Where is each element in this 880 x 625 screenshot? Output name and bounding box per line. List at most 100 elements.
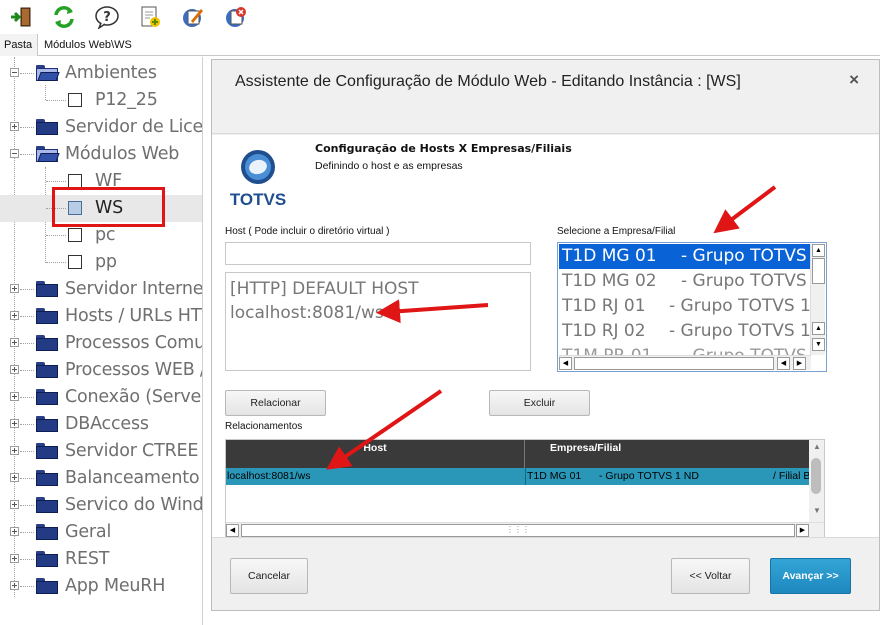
grid-header: Host Empresa/Filial: [226, 440, 810, 468]
dialog-title: Assistente de Configuração de Módulo Web…: [235, 73, 741, 90]
folder-icon: [36, 443, 58, 459]
folder-open-icon: [36, 146, 60, 162]
cell-host: localhost:8081/ws: [227, 470, 311, 482]
page-icon: [68, 93, 82, 107]
page-icon: [68, 255, 82, 269]
dialog-header: Assistente de Configuração de Módulo Web…: [212, 60, 879, 134]
folder-icon: [36, 308, 58, 324]
excluir-button[interactable]: Excluir: [489, 390, 590, 416]
folder-icon: [36, 335, 58, 351]
scroll-down-icon[interactable]: ▼: [813, 506, 821, 515]
table-row[interactable]: localhost:8081/ws T1D MG 01 - Grupo TOTV…: [226, 468, 810, 485]
edit-icon[interactable]: [180, 4, 206, 30]
scroll-down-icon[interactable]: ▼: [812, 338, 825, 351]
next-button[interactable]: Avançar >>: [770, 558, 851, 594]
tree-item-modulos-web[interactable]: Módulos Web: [0, 141, 202, 168]
column-header-host[interactable]: Host: [226, 440, 525, 468]
tree-item-p12-25[interactable]: P12_25: [0, 87, 202, 114]
svg-text:TOTVS: TOTVS: [230, 190, 286, 208]
folder-icon: [36, 362, 58, 378]
tree-item-rest[interactable]: REST: [0, 546, 202, 573]
folder-icon: [36, 119, 58, 135]
cancel-button[interactable]: Cancelar: [230, 558, 308, 594]
tab-modulos-web-ws[interactable]: Módulos Web\WS: [40, 34, 136, 56]
list-item[interactable]: T1D MG 02- Grupo TOTVS 1: [559, 269, 811, 294]
host-list[interactable]: [HTTP] DEFAULT HOST localhost:8081/ws: [225, 272, 531, 371]
tree-item-conexao[interactable]: Conexão (Server/: [0, 384, 202, 411]
cell-filial: / Filial B: [773, 470, 811, 482]
config-wizard-dialog: Assistente de Configuração de Módulo Web…: [211, 59, 880, 611]
horizontal-scrollbar[interactable]: ◀ ⋮⋮⋮ ▶: [226, 522, 824, 538]
scroll-left-icon[interactable]: ◀: [777, 357, 790, 370]
cell-grupo: - Grupo TOTVS 1 ND: [599, 470, 699, 482]
tree-item-ambientes[interactable]: Ambientes: [0, 60, 202, 87]
tree-item-processos-comuns[interactable]: Processos Comur: [0, 330, 202, 357]
folder-icon: [36, 416, 58, 432]
relationships-grid: Host Empresa/Filial localhost:8081/ws T1…: [225, 439, 825, 539]
ws-annotation-box: [52, 187, 165, 227]
close-icon[interactable]: ×: [849, 70, 859, 90]
folder-icon: [36, 578, 58, 594]
tree-item-servidor-ctree[interactable]: Servidor CTREE: [0, 438, 202, 465]
scroll-right-icon[interactable]: ▶: [796, 524, 809, 537]
tree-item-dbaccess[interactable]: DBAccess: [0, 411, 202, 438]
tree-item-servidor-internet[interactable]: Servidor Internet: [0, 276, 202, 303]
folder-icon: [36, 470, 58, 486]
empresa-label: Selecione a Empresa/Filial: [557, 226, 676, 237]
tree-item-servico-windows[interactable]: Servico do Windc: [0, 492, 202, 519]
tree-item-balanceamento[interactable]: Balanceamento d: [0, 465, 202, 492]
vertical-scrollbar[interactable]: ▲ ▲ ▼: [810, 244, 825, 355]
totvs-logo: TOTVS: [228, 148, 288, 209]
back-button[interactable]: << Voltar: [671, 558, 750, 594]
tree-item-hosts-urls[interactable]: Hosts / URLs HTT: [0, 303, 202, 330]
scroll-thumb[interactable]: [574, 357, 774, 370]
svg-text:?: ?: [103, 10, 111, 25]
tree-item-app-meurh[interactable]: App MeuRH: [0, 573, 202, 600]
scroll-up-icon[interactable]: ▲: [812, 244, 825, 257]
list-item[interactable]: [HTTP] DEFAULT HOST: [230, 279, 419, 299]
tree-item-servidor-licencas[interactable]: Servidor de Licen: [0, 114, 202, 141]
tab-bar: Pasta Módulos Web\WS: [0, 34, 880, 56]
folder-icon: [36, 281, 58, 297]
folder-icon: [36, 551, 58, 567]
scroll-up-icon[interactable]: ▲: [812, 322, 825, 335]
app-window: ? Pasta Módulos Web\WS Ambientes P12_25: [0, 0, 880, 625]
scroll-thumb[interactable]: [812, 258, 825, 284]
tree-item-pp[interactable]: pp: [0, 249, 202, 276]
exit-icon[interactable]: [8, 4, 34, 30]
scroll-thumb[interactable]: ⋮⋮⋮: [241, 524, 795, 537]
scroll-thumb[interactable]: [811, 458, 821, 494]
tree-item-processos-web[interactable]: Processos WEB /: [0, 357, 202, 384]
host-label: Host ( Pode incluir o diretório virtual …: [225, 226, 390, 237]
list-item[interactable]: localhost:8081/ws: [230, 303, 384, 323]
settings-icon[interactable]: [223, 4, 249, 30]
tree-item-geral[interactable]: Geral: [0, 519, 202, 546]
relacionar-button[interactable]: Relacionar: [225, 390, 326, 416]
scroll-left-icon[interactable]: ◀: [559, 357, 572, 370]
host-input[interactable]: [225, 242, 531, 265]
folder-icon: [36, 497, 58, 513]
new-document-icon[interactable]: [137, 4, 163, 30]
page-icon: [68, 228, 82, 242]
folder-icon: [36, 524, 58, 540]
list-item[interactable]: T1D RJ 02- Grupo TOTVS 1: [559, 319, 811, 344]
empresa-list[interactable]: T1D MG 01- Grupo TOTVS 1 T1D MG 02- Grup…: [557, 242, 827, 372]
folder-icon: [36, 389, 58, 405]
list-item[interactable]: T1D MG 01- Grupo TOTVS 1: [559, 244, 811, 269]
vertical-scrollbar[interactable]: ▲ ▼: [809, 440, 824, 523]
tab-pasta[interactable]: Pasta: [0, 34, 38, 56]
page-icon: [68, 174, 82, 188]
scroll-up-icon[interactable]: ▲: [813, 442, 821, 451]
list-item[interactable]: T1D RJ 01- Grupo TOTVS 1: [559, 294, 811, 319]
refresh-icon[interactable]: [51, 4, 77, 30]
horizontal-scrollbar[interactable]: ◀ ◀ ▶: [559, 355, 811, 370]
step-title: Configuração de Hosts X Empresas/Filiais: [315, 142, 572, 155]
step-subtitle: Definindo o host e as empresas: [315, 160, 463, 172]
cell-empresa: T1D MG 01: [527, 470, 582, 482]
column-header-empresa[interactable]: Empresa/Filial: [526, 440, 810, 468]
scroll-left-icon[interactable]: ◀: [226, 524, 239, 537]
folder-tree: Ambientes P12_25 Servidor de Licen Módul…: [0, 57, 203, 625]
relacionamentos-label: Relacionamentos: [225, 421, 303, 432]
scroll-right-icon[interactable]: ▶: [793, 357, 806, 370]
help-icon[interactable]: ?: [94, 4, 120, 30]
